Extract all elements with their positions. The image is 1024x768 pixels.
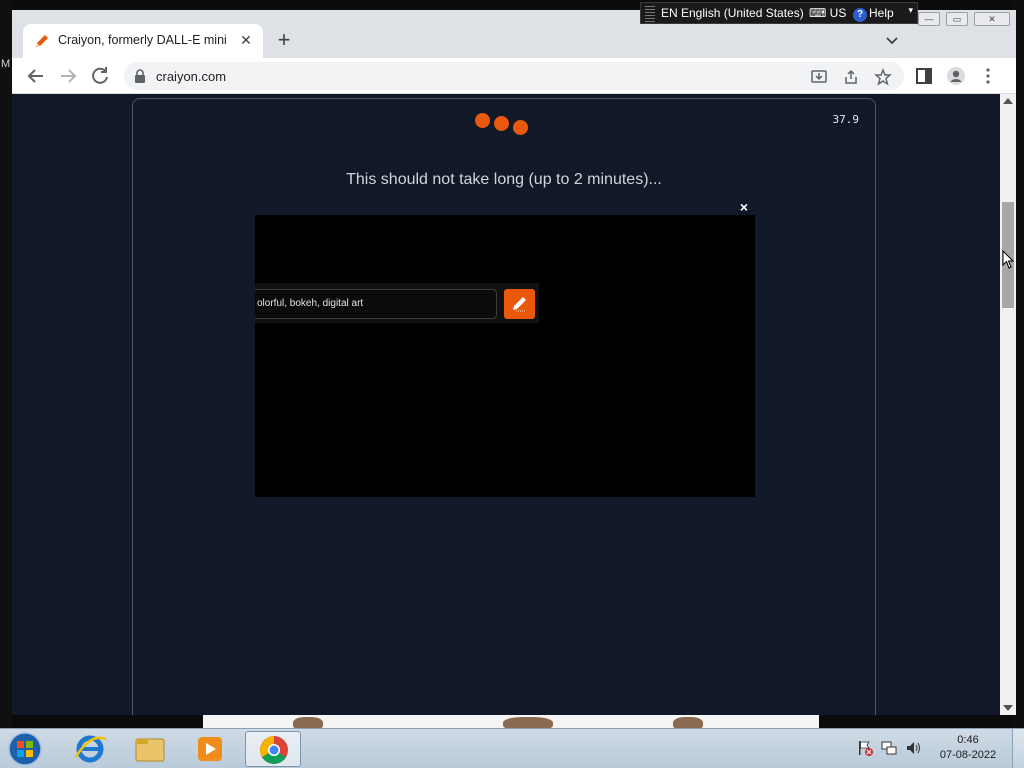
chrome-icon	[260, 736, 288, 764]
back-arrow-icon[interactable]	[24, 64, 48, 88]
system-clock[interactable]: 0:46 07-08-2022	[936, 733, 1000, 763]
elapsed-timer: 37.9	[832, 113, 860, 126]
background-image-fragment	[503, 717, 553, 728]
background-image-fragment	[673, 717, 703, 728]
ad-close-button[interactable]: ×	[736, 199, 752, 215]
reload-icon[interactable]	[88, 64, 112, 88]
keyboard-layout-label: US	[829, 6, 847, 20]
taskbar-file-explorer[interactable]	[122, 731, 178, 767]
help-label: Help	[869, 6, 894, 20]
tab-title: Craiyon, formerly DALL-E mini	[58, 33, 227, 47]
language-bar: EN English (United States) ⌨ US ? Help ▾	[640, 2, 918, 24]
start-button-icon[interactable]	[6, 731, 44, 767]
pencil-favicon-icon	[36, 35, 48, 47]
ad-draw-button	[504, 289, 535, 319]
taskbar-media-player[interactable]	[182, 731, 238, 767]
maximize-button[interactable]: ▭	[946, 12, 968, 26]
address-bar[interactable]: craiyon.com	[124, 62, 904, 90]
minimize-button[interactable]: —	[918, 12, 940, 26]
volume-icon[interactable]	[904, 739, 922, 757]
video-ad-player[interactable]: olorful, bokeh, digital art	[255, 215, 755, 497]
desktop-background-left: M	[0, 0, 12, 728]
profile-avatar-icon[interactable]	[946, 66, 966, 86]
ad-prompt-text: olorful, bokeh, digital art	[257, 298, 364, 309]
browser-toolbar: craiyon.com	[12, 58, 1016, 94]
tab-craiyon[interactable]: Craiyon, formerly DALL-E mini ✕	[23, 24, 263, 58]
wait-message: This should not take long (up to 2 minut…	[346, 171, 662, 188]
background-image-fragment	[293, 717, 323, 728]
show-desktop-button[interactable]	[1012, 729, 1024, 768]
scroll-up-arrow-icon[interactable]	[1003, 98, 1013, 104]
clock-time: 0:46	[957, 734, 979, 746]
new-tab-button[interactable]: +	[274, 29, 294, 51]
language-bar-grip[interactable]	[645, 6, 655, 22]
ad-prompt-field: olorful, bokeh, digital art	[255, 289, 497, 319]
action-center-flag-icon[interactable]	[856, 739, 874, 757]
close-window-button[interactable]: ✕	[974, 12, 1010, 26]
browser-window: Craiyon, formerly DALL-E mini ✕ + craiyo…	[12, 10, 1016, 715]
background-image-strip	[203, 715, 819, 728]
clock-date: 07-08-2022	[939, 749, 997, 761]
folder-icon	[135, 738, 165, 762]
url-text: craiyon.com	[156, 69, 227, 84]
page-content: 37.9 This should not take long (up to 2 …	[12, 94, 1000, 715]
bookmark-star-icon[interactable]	[874, 68, 892, 86]
taskbar-chrome[interactable]	[245, 731, 301, 767]
page-scrollbar[interactable]	[1000, 94, 1016, 715]
window-controls: — ▭ ✕	[918, 12, 1014, 28]
lock-icon[interactable]	[134, 69, 146, 83]
loading-card: 37.9 This should not take long (up to 2 …	[132, 98, 876, 715]
input-language[interactable]: EN English (United States)	[661, 6, 804, 20]
tab-search-chevron-icon[interactable]	[884, 32, 900, 48]
pencil-icon	[513, 297, 526, 312]
language-bar-options-icon[interactable]: ▾	[908, 5, 913, 16]
share-icon[interactable]	[842, 68, 860, 86]
loading-dot	[494, 116, 509, 131]
taskbar-internet-explorer[interactable]	[62, 731, 118, 767]
help-icon: ?	[853, 8, 867, 22]
tab-close-icon[interactable]: ✕	[237, 31, 255, 49]
keyboard-layout[interactable]: ⌨ US	[809, 6, 846, 20]
install-app-icon[interactable]	[810, 68, 828, 86]
side-panel-icon[interactable]	[914, 66, 934, 86]
scroll-down-arrow-icon[interactable]	[1003, 705, 1013, 711]
media-player-icon	[198, 737, 222, 761]
more-menu-icon[interactable]	[978, 66, 998, 86]
desktop-icon-label-fragment: M	[1, 58, 11, 70]
windows-taskbar: 0:46 07-08-2022	[0, 728, 1024, 768]
network-icon[interactable]	[880, 739, 898, 757]
loading-dot	[475, 113, 490, 128]
forward-arrow-icon[interactable]	[56, 64, 80, 88]
language-bar-help[interactable]: ? Help	[853, 6, 894, 22]
loading-dot	[513, 120, 528, 135]
mouse-cursor-icon	[1002, 250, 1014, 269]
internet-explorer-icon	[74, 735, 107, 763]
loading-dots-indicator	[475, 113, 535, 137]
